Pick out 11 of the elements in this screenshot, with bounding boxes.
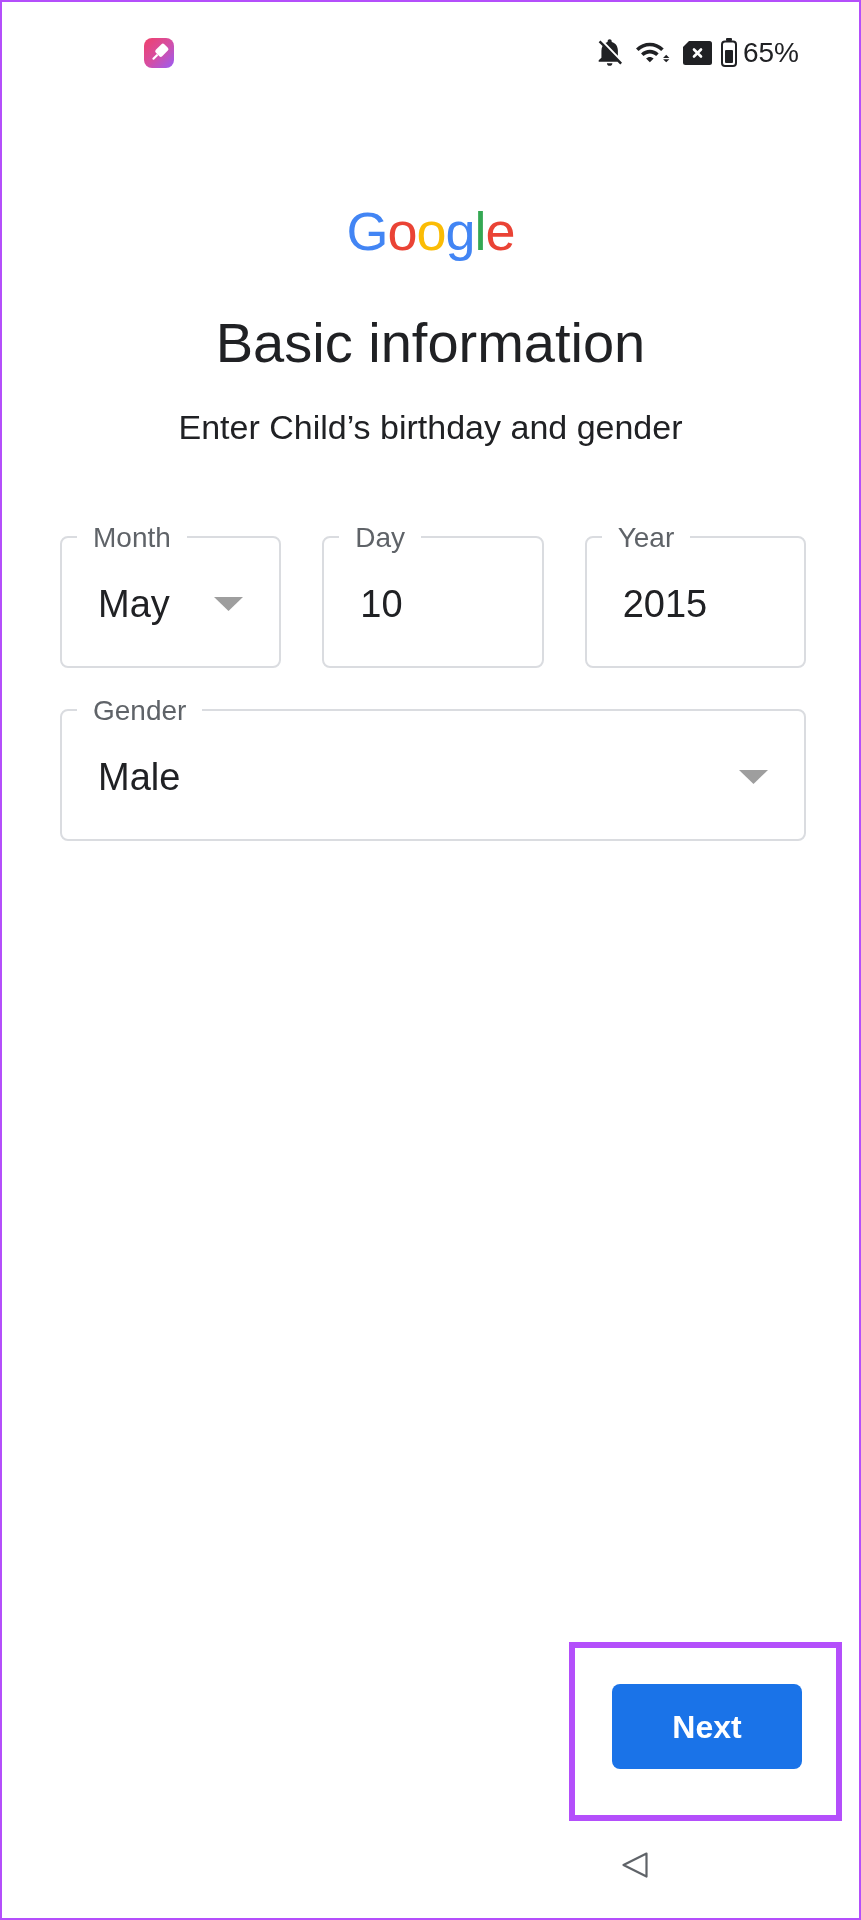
caret-icon [214,597,244,611]
battery-percentage: 65% [742,38,799,67]
next-button[interactable]: Next [612,1684,802,1769]
sim-card-x-icon [682,40,712,65]
caret-icon [739,770,768,784]
page-title: Basic information [215,315,646,371]
bell-off-icon [597,39,622,66]
back-icon[interactable] [621,1851,649,1879]
app-icon [144,37,174,68]
page-subtitle: Enter Child’s birthday and gender [178,410,683,444]
battery-icon [720,38,737,67]
